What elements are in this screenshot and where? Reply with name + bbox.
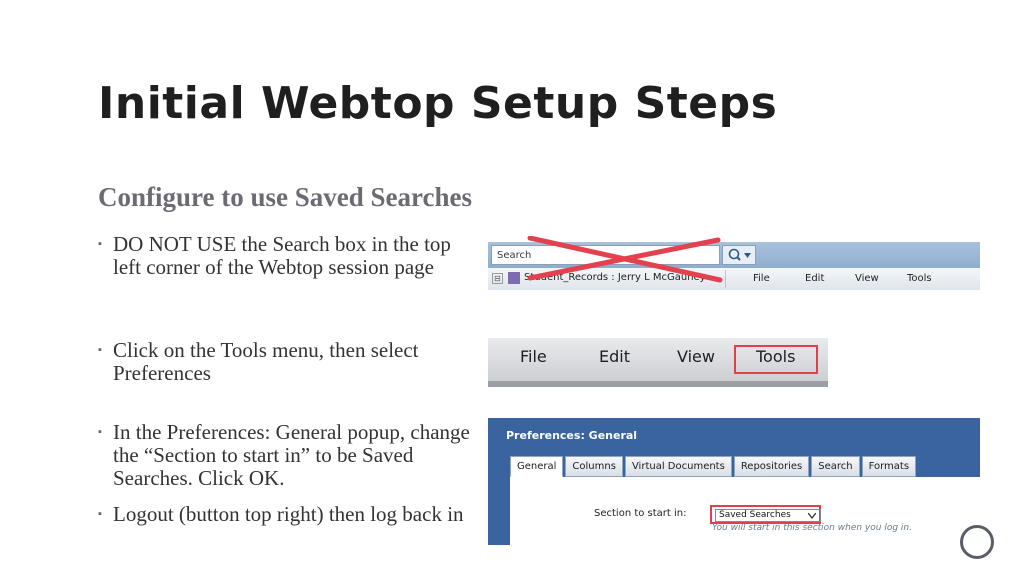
- bullet-text: DO NOT USE the Search box in the top lef…: [113, 232, 451, 279]
- webtop-search-screenshot: Search ⊟ Student_Records : Jerry L McGau…: [488, 236, 980, 290]
- preferences-dialog-screenshot: Preferences: General General Columns Vir…: [488, 418, 980, 545]
- section-label: Section to start in:: [594, 508, 687, 519]
- section-hint: You will start in this section when you …: [712, 523, 912, 533]
- menu-bar-edge: [488, 381, 828, 387]
- section-select[interactable]: Saved Searches: [715, 509, 821, 522]
- bullet-item: ▪ In the Preferences: General popup, cha…: [98, 421, 478, 490]
- general-panel: Section to start in: Saved Searches You …: [510, 477, 980, 545]
- bullet-marker-icon: ▪: [98, 508, 102, 520]
- cross-out-icon: [527, 236, 723, 283]
- bullet-text: In the Preferences: General popup, chang…: [113, 420, 470, 490]
- menu-file[interactable]: File: [520, 347, 547, 366]
- tab-virtual-documents[interactable]: Virtual Documents: [624, 456, 732, 477]
- dialog-title: Preferences: General: [506, 429, 638, 442]
- bullet-text: Click on the Tools menu, then select Pre…: [113, 338, 419, 385]
- bullet-item: ▪ Click on the Tools menu, then select P…: [98, 339, 478, 385]
- tab-search[interactable]: Search: [811, 456, 860, 477]
- highlight-box: [734, 345, 818, 374]
- slide-title: Initial Webtop Setup Steps: [98, 78, 778, 129]
- slide-subtitle: Configure to use Saved Searches: [98, 182, 473, 212]
- bullet-item: ▪ Logout (button top right) then log bac…: [98, 503, 478, 526]
- menu-bar-screenshot: File Edit View Tools: [488, 338, 828, 387]
- bullet-marker-icon: ▪: [98, 426, 102, 438]
- menu-view[interactable]: View: [677, 347, 715, 366]
- tab-general[interactable]: General: [510, 456, 564, 477]
- preferences-tabs: General Columns Virtual Documents Reposi…: [510, 456, 918, 477]
- tab-repositories[interactable]: Repositories: [733, 456, 810, 477]
- tab-formats[interactable]: Formats: [861, 456, 917, 477]
- bullet-marker-icon: ▪: [98, 238, 102, 250]
- bullet-text: Logout (button top right) then log back …: [113, 502, 464, 526]
- highlight-box: Saved Searches: [710, 505, 821, 524]
- slide-number-badge: [960, 525, 994, 559]
- bullet-item: ▪ DO NOT USE the Search box in the top l…: [98, 233, 478, 279]
- section-select-value: Saved Searches: [719, 510, 791, 520]
- menu-edit[interactable]: Edit: [599, 347, 630, 366]
- bullet-marker-icon: ▪: [98, 344, 102, 356]
- tab-columns[interactable]: Columns: [565, 456, 623, 477]
- chevron-down-icon: [808, 513, 816, 519]
